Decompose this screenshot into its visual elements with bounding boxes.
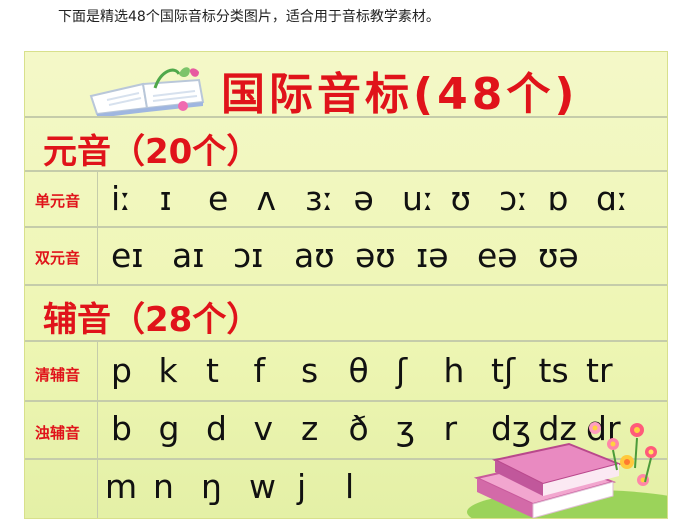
phonetic-symbol: s: [301, 351, 319, 390]
divider: [25, 400, 667, 402]
row-label-monophthongs: 单元音: [35, 192, 81, 210]
phonetic-symbol: ʌ: [256, 179, 277, 218]
phonetic-symbol: ə: [353, 179, 374, 218]
phonetic-symbol: k: [158, 351, 178, 390]
consonants-header: 辅音（28个）: [43, 300, 261, 340]
phonetic-symbol: v: [253, 409, 274, 448]
row-label-voiced: 浊辅音: [35, 424, 81, 442]
phonetic-symbol: eə: [477, 236, 518, 275]
phonetic-symbol: h: [443, 351, 465, 390]
row-label-voiceless: 清辅音: [35, 366, 81, 384]
phonetic-symbol: w: [249, 467, 276, 506]
phonetic-symbol: tʃ: [491, 351, 516, 390]
poster-title: 国际音标(48个): [221, 69, 579, 120]
column-divider: [97, 340, 98, 518]
phonetic-symbol: ɔɪ: [233, 236, 264, 275]
phonetic-symbol: uː: [402, 179, 435, 218]
phonetic-symbol: ɪə: [416, 236, 449, 275]
divider: [25, 340, 667, 342]
phonetic-symbol: b: [111, 409, 132, 448]
phonetic-symbol: e: [208, 179, 229, 218]
phonetic-symbol: ɑː: [596, 179, 629, 218]
phonetic-symbol: ʊə: [538, 236, 579, 275]
phonetic-symbol: ts: [538, 351, 569, 390]
ipa-poster: 国际音标(48个) 元音（20个） 单元音 iː ɪ e ʌ ɜː ə uː ʊ ɔː ɒ ɑː 双…: [24, 51, 668, 519]
phonetic-symbol: g: [158, 409, 180, 448]
page-caption: 下面是精选48个国际音标分类图片，适合用于音标教学素材。: [58, 9, 440, 25]
phonetic-symbol: l: [345, 467, 355, 506]
phonetic-symbol: ʊ: [450, 179, 471, 218]
books-and-flowers-icon: [467, 422, 667, 518]
phonetic-symbol: əʊ: [355, 236, 396, 275]
phonetic-symbol: d: [206, 409, 227, 448]
phonetic-symbol: eɪ: [111, 236, 144, 275]
divider: [25, 226, 667, 228]
phonetic-symbol: ŋ: [201, 467, 222, 506]
phonetic-symbol: ɜː: [305, 179, 334, 218]
phonetic-symbol: ð: [348, 409, 369, 448]
phonetic-symbol: tr: [586, 351, 613, 390]
phonetic-symbol: θ: [348, 351, 369, 390]
phonetic-symbol: ɪ: [159, 179, 172, 218]
phonetic-symbol: j: [297, 467, 307, 506]
phonetic-symbol: aɪ: [172, 236, 205, 275]
phonetic-symbol: ʃ: [396, 351, 408, 390]
divider: [25, 284, 667, 286]
phonetic-symbol: n: [153, 467, 174, 506]
poster-title-row: 国际音标(48个): [25, 52, 667, 120]
phonetic-symbol: iː: [111, 179, 132, 218]
divider: [25, 116, 667, 118]
phonetic-symbol: aʊ: [294, 236, 335, 275]
row-label-diphthongs: 双元音: [35, 249, 81, 267]
phonetic-symbol: m: [105, 467, 138, 506]
phonetic-symbol: f: [253, 351, 266, 390]
phonetic-symbol: ɔː: [499, 179, 529, 218]
phonetic-symbol: ɒ: [547, 179, 569, 218]
phonetic-symbol: ʒ: [396, 409, 416, 448]
divider: [25, 170, 667, 172]
phonetic-symbol: t: [206, 351, 219, 390]
phonetic-symbol: p: [111, 351, 132, 390]
phonetic-symbol: z: [301, 409, 319, 448]
open-book-icon: [89, 67, 205, 118]
vowels-header: 元音（20个）: [43, 132, 261, 172]
